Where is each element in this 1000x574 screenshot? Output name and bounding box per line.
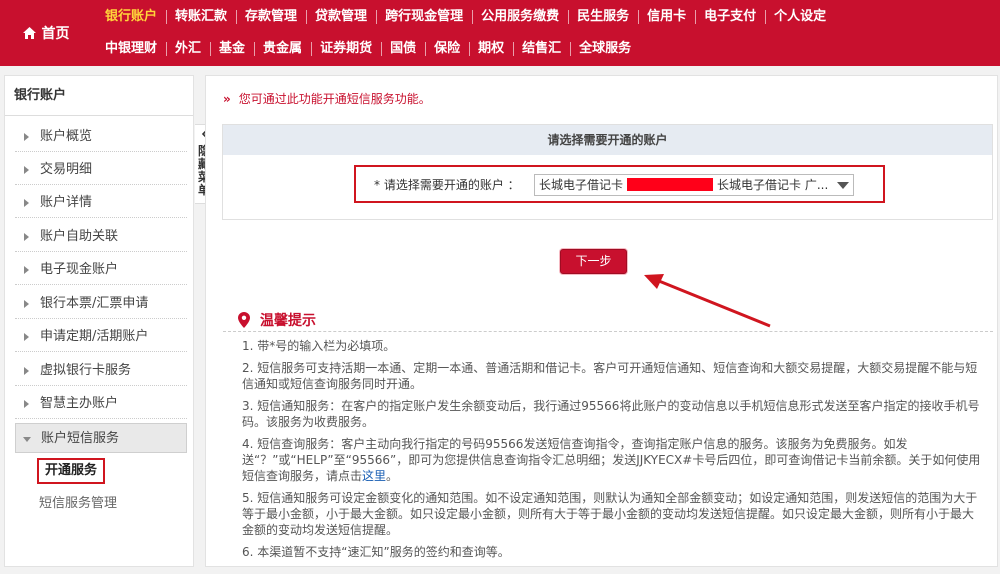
caret-right-icon	[24, 400, 29, 408]
nav-item-fund[interactable]: 基金	[210, 39, 254, 59]
caret-right-icon	[24, 133, 29, 141]
nav-item-treasury-bond[interactable]: 国债	[381, 39, 425, 59]
caret-right-icon	[24, 199, 29, 207]
sidebar-item-account-details[interactable]: 账户详情	[15, 188, 187, 218]
nav-item-options[interactable]: 期权	[469, 39, 513, 59]
nav-item-credit-card[interactable]: 信用卡	[638, 7, 695, 27]
caret-down-icon	[23, 437, 31, 442]
tip-item: 3. 短信通知服务：在客户的指定账户发生余额变动后，我行通过95566将此账户的…	[242, 399, 980, 429]
dropdown-value-prefix: 长城电子借记卡	[539, 178, 624, 192]
sidebar-item-e-cash[interactable]: 电子现金账户	[15, 255, 187, 285]
sidebar-item-label: 账户短信服务	[41, 431, 120, 446]
sidebar-item-label: 交易明细	[40, 162, 93, 177]
nav-item-deposit[interactable]: 存款管理	[236, 7, 306, 27]
caret-right-icon	[24, 300, 29, 308]
location-pin-icon	[238, 312, 250, 328]
tip-item: 2. 短信服务可支持活期一本通、定期一本通、普通活期和借记卡。客户可开通短信通知…	[242, 361, 978, 391]
tips-title: 温馨提示	[260, 313, 316, 329]
sidebar: 银行账户 账户概览 交易明细 账户详情 账户自助关联 电子现金账户 银行本票/汇…	[4, 75, 194, 567]
sidebar-subitem-sms-management[interactable]: 短信服务管理	[39, 493, 117, 515]
nav-item-personal-settings[interactable]: 个人设定	[765, 7, 835, 27]
account-select-label: * 请选择需要开通的账户 ：	[374, 178, 520, 192]
nav-row-primary: 银行账户 转账汇款 存款管理 贷款管理 跨行现金管理 公用服务缴费 民生服务 信…	[96, 1, 835, 33]
nav-item-insurance[interactable]: 保险	[425, 39, 469, 59]
nav-item-utility-payment[interactable]: 公用服务缴费	[472, 7, 568, 27]
sidebar-item-label: 电子现金账户	[40, 262, 119, 277]
caret-right-icon	[24, 166, 29, 174]
sidebar-item-label: 银行本票/汇票申请	[40, 296, 149, 311]
tip-item: 6. 本渠道暂不支持“速汇知”服务的签约和查询等。	[242, 545, 510, 559]
caret-right-icon	[24, 367, 29, 375]
sidebar-item-transactions[interactable]: 交易明细	[15, 155, 187, 185]
sidebar-item-label: 账户自助关联	[40, 229, 119, 244]
tip-item: 1. 带*号的输入栏为必填项。	[242, 339, 396, 353]
annotation-arrow-icon	[644, 274, 771, 328]
redaction-mark	[627, 178, 714, 191]
sidebar-subitem-enable-service[interactable]: 开通服务	[37, 458, 106, 484]
account-select-row: * 请选择需要开通的账户 ： 长城电子借记卡 长城电子借记卡 广...	[354, 165, 885, 203]
nav-item-e-payment[interactable]: 电子支付	[695, 7, 765, 27]
sidebar-item-label: 智慧主办账户	[40, 396, 119, 411]
sidebar-item-label: 账户概览	[40, 129, 93, 144]
nav-item-wealth[interactable]: 中银理财	[96, 39, 166, 59]
nav-item-global-service[interactable]: 全球服务	[570, 39, 640, 59]
tip-item: 4. 短信查询服务：客户主动向我行指定的号码95566发送短信查询指令，查询指定…	[242, 436, 982, 484]
tip-text: 4. 短信查询服务：客户主动向我行指定的号码95566发送短信查询指令，查询指定…	[242, 437, 981, 483]
account-select-panel: 请选择需要开通的账户 * 请选择需要开通的账户 ： 长城电子借记卡 长城电子借记卡…	[222, 124, 993, 220]
main-content: » 您可通过此功能开通短信服务功能。 请选择需要开通的账户 * 请选择需要开通的账…	[205, 75, 998, 567]
sidebar-item-label: 申请定期/活期账户	[40, 329, 149, 344]
sidebar-item-virtual-card[interactable]: 虚拟银行卡服务	[15, 356, 187, 386]
caret-right-icon	[24, 266, 29, 274]
account-dropdown[interactable]: 长城电子借记卡 长城电子借记卡 广...	[534, 174, 854, 196]
info-notice: » 您可通过此功能开通短信服务功能。	[223, 90, 431, 107]
double-chevron-icon: »	[223, 92, 231, 106]
dropdown-value-suffix: 长城电子借记卡 广...	[717, 178, 829, 192]
nav-item-forex[interactable]: 外汇	[166, 39, 210, 59]
sidebar-item-label: 账户详情	[40, 195, 93, 210]
panel-title: 请选择需要开通的账户	[223, 125, 992, 155]
nav-item-livelihood[interactable]: 民生服务	[568, 7, 638, 27]
nav-item-securities[interactable]: 证券期货	[311, 39, 381, 59]
nav-item-fx-settlement[interactable]: 结售汇	[513, 39, 570, 59]
tip-text-tail: 。	[386, 469, 399, 483]
sidebar-item-label: 虚拟银行卡服务	[40, 363, 132, 378]
tips-list: 1. 带*号的输入栏为必填项。 2. 短信服务可支持活期一本通、定期一本通、普通…	[242, 338, 982, 566]
sidebar-item-account-overview[interactable]: 账户概览	[15, 122, 187, 152]
sidebar-item-account-link[interactable]: 账户自助关联	[15, 222, 187, 252]
home-link[interactable]: 首页	[0, 0, 92, 66]
caret-right-icon	[24, 233, 29, 241]
nav-item-precious-metal[interactable]: 贵金属	[254, 39, 311, 59]
tips-heading: 温馨提示	[238, 310, 316, 330]
home-label: 首页	[41, 26, 70, 42]
sidebar-title: 银行账户	[5, 76, 193, 116]
chevron-down-icon	[837, 182, 849, 189]
nav-row-secondary: 中银理财 外汇 基金 贵金属 证券期货 国债 保险 期权 结售汇 全球服务	[96, 33, 640, 65]
help-link[interactable]: 这里	[362, 469, 386, 483]
nav-item-cash-management[interactable]: 跨行现金管理	[376, 7, 472, 27]
nav-item-loan[interactable]: 贷款管理	[306, 7, 376, 27]
divider	[223, 331, 993, 332]
nav-item-transfer[interactable]: 转账汇款	[166, 7, 236, 27]
nav-item-bank-account[interactable]: 银行账户	[96, 7, 166, 27]
caret-right-icon	[24, 333, 29, 341]
notice-text: 您可通过此功能开通短信服务功能。	[238, 92, 431, 106]
sidebar-item-drafts[interactable]: 银行本票/汇票申请	[15, 289, 187, 319]
top-navigation: 首页 银行账户 转账汇款 存款管理 贷款管理 跨行现金管理 公用服务缴费 民生服…	[0, 0, 1000, 66]
tip-item: 5. 短信通知服务可设定金额变化的通知范围。如不设定通知范围，则默认为通知全部金…	[242, 491, 978, 537]
sidebar-item-sms-service[interactable]: 账户短信服务	[15, 423, 187, 453]
next-step-button[interactable]: 下一步	[560, 249, 627, 274]
sidebar-item-open-account[interactable]: 申请定期/活期账户	[15, 322, 187, 352]
home-icon	[22, 27, 36, 39]
sidebar-item-smart-account[interactable]: 智慧主办账户	[15, 389, 187, 419]
